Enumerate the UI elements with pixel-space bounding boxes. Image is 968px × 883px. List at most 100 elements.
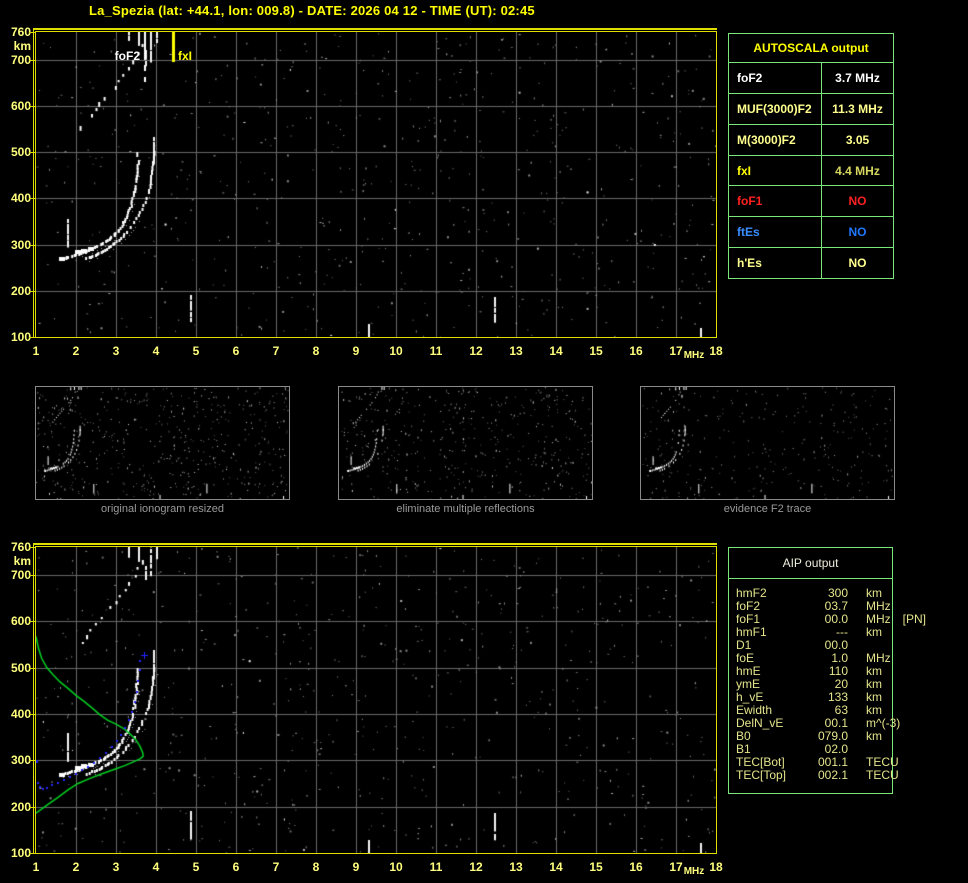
aip-row-unit: TECU	[866, 768, 899, 782]
aip-row: B0 079.0 km	[736, 730, 892, 743]
y-tick-mark	[29, 853, 36, 854]
thumbnail-caption-evidence: evidence F2 trace	[723, 503, 812, 515]
x-axis-unit-label: MHz	[683, 866, 705, 877]
x-tick-label: 6	[232, 860, 240, 874]
autoscala-row: h'Es NO	[729, 248, 893, 279]
y-tick-mark	[29, 245, 36, 246]
autoscala-row-label: foF2	[729, 63, 822, 93]
y-tick-mark	[29, 714, 36, 715]
thumbnail-evidence-canvas	[641, 387, 894, 499]
x-tick-label: 9	[352, 344, 360, 358]
autoscala-output-table: AUTOSCALA output foF2 3.7 MHz MUF(3000)F2 1…	[728, 33, 894, 279]
autoscala-row-label: M(3000)F2	[729, 124, 822, 155]
autoscala-row-value: 11.3 MHz	[832, 101, 883, 116]
autoscala-row-label: fxI	[729, 155, 822, 186]
x-tick-label: 14	[549, 344, 563, 358]
aip-output-panel: AIP output hmF2 300 km foF2 03.7 MHz foF1 00.0 M…	[728, 547, 926, 794]
x-tick-label: 16	[629, 344, 643, 358]
y-tick-label: 600	[10, 99, 31, 113]
x-tick-label: 11	[429, 860, 443, 874]
station-date-title: La_Spezia (lat: +44.1, lon: 009.8) - DAT…	[89, 3, 535, 18]
autoscala-row-label: foF1	[729, 186, 822, 217]
y-tick-label: 500	[10, 145, 31, 159]
x-tick-label: 3	[112, 344, 120, 358]
y-tick-mark	[29, 621, 36, 622]
x-tick-label: 10	[389, 344, 403, 358]
autoscala-row-label: MUF(3000)F2	[729, 93, 822, 124]
y-tick-mark	[29, 198, 36, 199]
autoscala-row: foF1 NO	[729, 186, 893, 218]
x-tick-label: 12	[469, 860, 483, 874]
x-tick-label: 6	[232, 344, 240, 358]
top-plot-outer-top-axis-line	[33, 28, 717, 30]
x-tick-label: 5	[192, 860, 200, 874]
thumbnail-caption-original: original ionogram resized	[101, 503, 224, 515]
autoscala-row: MUF(3000)F2 11.3 MHz	[729, 93, 893, 125]
y-tick-label: 300	[10, 238, 31, 252]
aip-row-value: 002.1	[817, 768, 848, 782]
autoscala-row: ftEs NO	[729, 217, 893, 249]
autoscala-table-header: AUTOSCALA output	[729, 34, 893, 63]
aip-row-label: TEC[Top]	[736, 768, 787, 782]
autoscala-row-value: NO	[848, 194, 867, 209]
x-tick-label: 9	[352, 860, 360, 874]
aip-row-extra: [PN]	[902, 612, 927, 626]
y-tick-label: 400	[10, 707, 31, 721]
x-tick-label: 7	[272, 344, 280, 358]
aip-row-unit: km	[866, 625, 882, 639]
x-tick-label: 2	[72, 344, 80, 358]
fxi-marker-label: fxI	[178, 49, 193, 63]
x-tick-label: 13	[509, 344, 523, 358]
x-tick-label: 4	[152, 344, 160, 358]
autoscala-row: foF2 3.7 MHz	[729, 63, 893, 94]
aip-panel-rows: hmF2 300 km foF2 03.7 MHz foF1 00.0 MHz [PN] hmF1-…	[729, 579, 926, 782]
x-tick-label: 13	[509, 860, 523, 874]
y-tick-label: 500	[10, 661, 31, 675]
aip-row-unit: km	[866, 729, 882, 743]
autoscala-row-label: h'Es	[729, 248, 822, 279]
x-tick-label: 8	[312, 860, 320, 874]
y-tick-label: 760	[10, 25, 31, 39]
y-tick-label: 400	[10, 191, 31, 205]
bottom-plot-outer-top-axis-line	[33, 543, 717, 545]
y-tick-mark	[29, 291, 36, 292]
y-tick-label: 100	[10, 330, 31, 344]
y-tick-label: 700	[10, 568, 31, 582]
x-tick-label: 1	[32, 344, 40, 358]
x-axis-unit-label: MHz	[683, 350, 705, 361]
y-tick-label: 100	[10, 846, 31, 860]
y-axis-unit-label: km	[13, 554, 31, 568]
y-tick-mark	[29, 807, 36, 808]
x-tick-label: 12	[469, 344, 483, 358]
y-tick-mark	[29, 106, 36, 107]
y-tick-label: 200	[10, 284, 31, 298]
autoscala-row-value: 4.4 MHz	[835, 163, 880, 178]
aip-row: hmF1 --- km	[736, 626, 892, 639]
x-tick-label: 1	[32, 860, 40, 874]
x-tick-label: 10	[389, 860, 403, 874]
top-plot-frame	[35, 31, 717, 338]
y-tick-label: 600	[10, 614, 31, 628]
y-tick-label: 760	[10, 540, 31, 554]
fof2-marker-label: foF2	[114, 49, 140, 63]
autoscala-table-rows: foF2 3.7 MHz MUF(3000)F2 11.3 MHz M(3000)F2 3…	[729, 63, 893, 279]
y-tick-label: 300	[10, 753, 31, 767]
x-tick-label: 3	[112, 860, 120, 874]
x-tick-label: 16	[629, 860, 643, 874]
bottom-plot-frame	[35, 546, 717, 854]
thumbnail-eliminate-canvas	[339, 387, 592, 499]
y-tick-mark	[29, 668, 36, 669]
y-tick-label: 700	[10, 53, 31, 67]
thumbnail-original-canvas	[36, 387, 289, 499]
x-tick-label: 14	[549, 860, 563, 874]
x-tick-label: 15	[589, 344, 603, 358]
aip-row: TEC[Top] 002.1 TECU	[736, 768, 899, 782]
y-tick-mark	[29, 32, 36, 33]
autoscala-row: fxI 4.4 MHz	[729, 155, 893, 187]
autoscala-output-screen: La_Spezia (lat: +44.1, lon: 009.8) - DAT…	[0, 0, 968, 883]
y-tick-mark	[29, 575, 36, 576]
autoscala-row-value: NO	[848, 225, 867, 240]
autoscala-row-value: NO	[848, 256, 867, 271]
x-tick-label: 5	[192, 344, 200, 358]
x-tick-label: 7	[272, 860, 280, 874]
